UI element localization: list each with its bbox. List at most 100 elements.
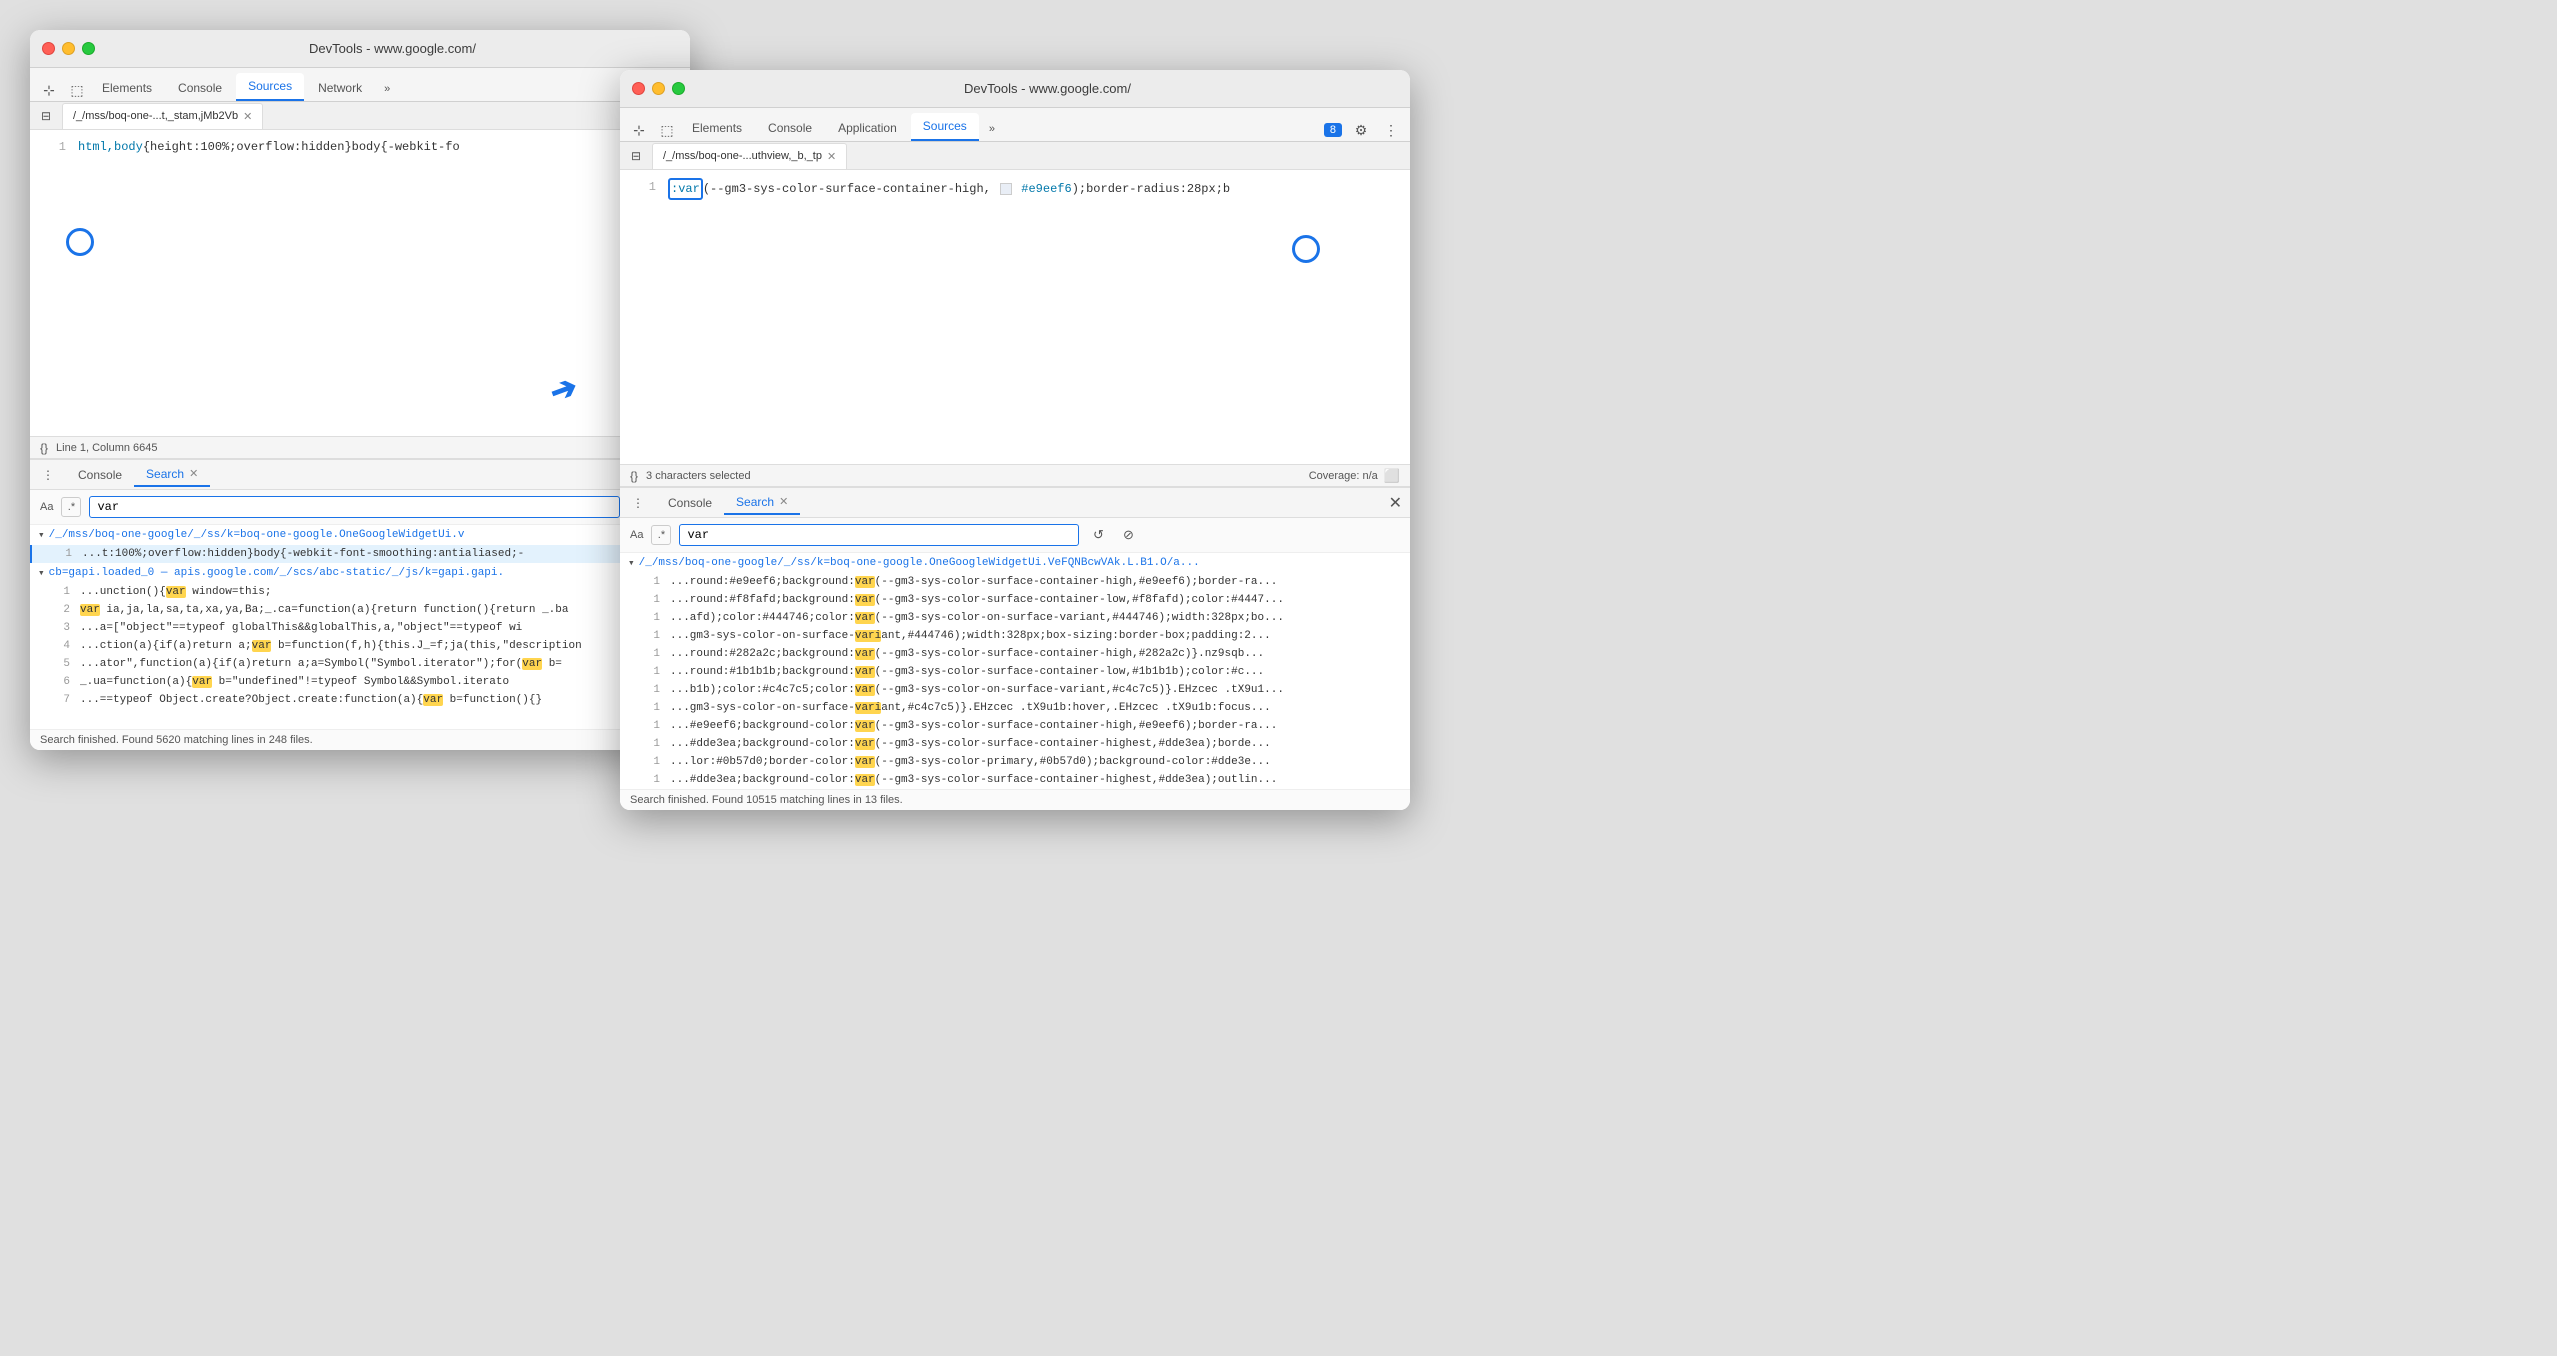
left-result-file-2-name: cb=gapi.loaded_0 — apis.google.com/_/scs…	[49, 567, 504, 579]
traffic-lights-left	[42, 42, 95, 55]
right-refresh-btn[interactable]: ↺	[1087, 524, 1109, 546]
right-search-results: ▾ /_/mss/boq-one-google/_/ss/k=boq-one-g…	[620, 553, 1410, 789]
tab-sources-right[interactable]: Sources	[911, 113, 979, 141]
left-result-row-1-1[interactable]: 1 ...t:100%;overflow:hidden}body{-webkit…	[30, 545, 690, 563]
inspect-icon[interactable]: ⊹	[38, 79, 60, 101]
tab-console-right[interactable]: Console	[756, 115, 824, 141]
minimize-button-left[interactable]	[62, 42, 75, 55]
left-search-bar: Aa .* ↺ ⊘	[30, 490, 690, 525]
left-file-tab[interactable]: /_/mss/boq-one-...t,_stam,jMb2Vb ✕	[62, 103, 263, 129]
right-coverage-icon[interactable]: ⬜	[1384, 468, 1400, 484]
tab-console-left[interactable]: Console	[166, 75, 234, 101]
right-blue-circle	[1292, 235, 1320, 263]
right-regex-label[interactable]: .*	[651, 525, 671, 545]
var-box: :var	[668, 178, 703, 200]
tab-more-right[interactable]: »	[981, 117, 1003, 141]
left-aa-label[interactable]: Aa	[40, 501, 53, 513]
left-result-file-1-name: /_/mss/boq-one-google/_/ss/k=boq-one-goo…	[49, 529, 465, 541]
left-file-tab-bar: ⊟ /_/mss/boq-one-...t,_stam,jMb2Vb ✕	[30, 102, 690, 130]
left-search-close[interactable]: ✕	[189, 467, 198, 480]
right-status-text: 3 characters selected	[646, 470, 751, 482]
left-regex-label[interactable]: .*	[61, 497, 81, 517]
right-file-tab[interactable]: /_/mss/boq-one-...uthview,_b,_tp ✕	[652, 143, 847, 169]
right-inspect-icon[interactable]: ⊹	[628, 119, 650, 141]
left-title-text: DevTools - www.google.com/	[107, 41, 678, 56]
maximize-button-right[interactable]	[672, 82, 685, 95]
right-settings-icon[interactable]: ⚙	[1350, 119, 1372, 141]
left-code-area: 1 html,body{height:100%;overflow:hidden}…	[30, 130, 690, 436]
right-search-bar: Aa .* ↺ ⊘	[620, 518, 1410, 553]
right-result-file-1-name: /_/mss/boq-one-google/_/ss/k=boq-one-goo…	[639, 557, 1200, 569]
right-search-close[interactable]: ✕	[779, 495, 788, 508]
sidebar-toggle-left[interactable]: ⊟	[36, 106, 56, 126]
maximize-button-left[interactable]	[82, 42, 95, 55]
right-result-row-10[interactable]: 1 ...#dde3ea;background-color:var(--gm3-…	[620, 735, 1410, 753]
right-result-file-1-header[interactable]: ▾ /_/mss/boq-one-google/_/ss/k=boq-one-g…	[620, 553, 1410, 573]
right-line-number-1: 1	[628, 178, 656, 196]
left-panel-more-icon[interactable]: ⋮	[38, 465, 58, 485]
right-tab-search[interactable]: Search ✕	[724, 491, 800, 515]
right-more-icon[interactable]: ⋮	[1380, 119, 1402, 141]
left-result-row-2-1[interactable]: 1 ...unction(){var window=this;	[30, 583, 690, 601]
right-devtools-window: DevTools - www.google.com/ ⊹ ⬚ Elements …	[620, 70, 1410, 810]
right-result-row-4[interactable]: 1 ...gm3-sys-color-on-surface-variant,#4…	[620, 627, 1410, 645]
right-bottom-panel: ⋮ Console Search ✕ ✕ Aa .* ↺ ⊘	[620, 486, 1410, 810]
left-result-file-1-header[interactable]: ▾ /_/mss/boq-one-google/_/ss/k=boq-one-g…	[30, 525, 690, 545]
sidebar-toggle-right[interactable]: ⊟	[626, 146, 646, 166]
right-search-input[interactable]	[679, 524, 1079, 546]
left-result-row-2-3[interactable]: 3 ...a=["object"==typeof globalThis&&glo…	[30, 619, 690, 637]
tab-more-left[interactable]: »	[376, 77, 398, 101]
right-result-row-6[interactable]: 1 ...round:#1b1b1b;background:var(--gm3-…	[620, 663, 1410, 681]
left-tab-console[interactable]: Console	[66, 464, 134, 486]
right-title-text: DevTools - www.google.com/	[697, 81, 1398, 96]
badge-count: 8	[1324, 123, 1342, 137]
minimize-button-right[interactable]	[652, 82, 665, 95]
tab-network-left[interactable]: Network	[306, 75, 374, 101]
right-result-row-8[interactable]: 1 ...gm3-sys-color-on-surface-variant,#c…	[620, 699, 1410, 717]
left-result-file-2-header[interactable]: ▾ cb=gapi.loaded_0 — apis.google.com/_/s…	[30, 563, 690, 583]
close-button-right[interactable]	[632, 82, 645, 95]
left-status-text: Line 1, Column 6645	[56, 442, 158, 454]
left-result-row-2-7[interactable]: 7 ...==typeof Object.create?Object.creat…	[30, 691, 690, 709]
right-result-row-3[interactable]: 1 ...afd);color:#444746;color:var(--gm3-…	[620, 609, 1410, 627]
left-search-status: Search finished. Found 5620 matching lin…	[30, 729, 690, 750]
right-result-row-5[interactable]: 1 ...round:#282a2c;background:var(--gm3-…	[620, 645, 1410, 663]
tab-application-right[interactable]: Application	[826, 115, 909, 141]
device-icon[interactable]: ⬚	[66, 79, 88, 101]
right-result-row-9[interactable]: 1 ...#e9eef6;background-color:var(--gm3-…	[620, 717, 1410, 735]
right-result-row-1[interactable]: 1 ...round:#e9eef6;background:var(--gm3-…	[620, 573, 1410, 591]
tab-sources-left[interactable]: Sources	[236, 73, 304, 101]
right-aa-label[interactable]: Aa	[630, 529, 643, 541]
left-status-bar: {} Line 1, Column 6645	[30, 436, 690, 458]
left-result-row-2-5[interactable]: 5 ...ator",function(a){if(a)return a;a=S…	[30, 655, 690, 673]
right-panel-more-icon[interactable]: ⋮	[628, 493, 648, 513]
right-result-row-7[interactable]: 1 ...b1b);color:#c4c7c5;color:var(--gm3-…	[620, 681, 1410, 699]
close-button-left[interactable]	[42, 42, 55, 55]
left-result-row-2-4[interactable]: 4 ...ction(a){if(a)return a;var b=functi…	[30, 637, 690, 655]
left-file-tab-name: /_/mss/boq-one-...t,_stam,jMb2Vb	[73, 110, 238, 122]
right-panel-close-btn[interactable]: ✕	[1389, 493, 1402, 513]
right-clear-btn[interactable]: ⊘	[1117, 524, 1139, 546]
right-coverage-text: Coverage: n/a	[1309, 470, 1378, 482]
traffic-lights-right	[632, 82, 685, 95]
right-search-status: Search finished. Found 10515 matching li…	[620, 789, 1410, 810]
tab-elements-right[interactable]: Elements	[680, 115, 754, 141]
left-result-row-2-6[interactable]: 6 _.ua=function(a){var b="undefined"!=ty…	[30, 673, 690, 691]
left-file-tab-close[interactable]: ✕	[243, 110, 252, 123]
right-result-row-12[interactable]: 1 ...#dde3ea;background-color:var(--gm3-…	[620, 771, 1410, 789]
right-code-text-1: :var(--gm3-sys-color-surface-container-h…	[668, 178, 1230, 200]
tab-elements-left[interactable]: Elements	[90, 75, 164, 101]
right-result-row-11[interactable]: 1 ...lor:#0b57d0;border-color:var(--gm3-…	[620, 753, 1410, 771]
left-tab-search[interactable]: Search ✕	[134, 463, 210, 487]
line-number-1: 1	[38, 138, 66, 156]
right-code-area: 1 :var(--gm3-sys-color-surface-container…	[620, 170, 1410, 464]
left-search-input[interactable]	[89, 496, 620, 518]
left-result-row-2-2[interactable]: 2 var ia,ja,la,sa,ta,xa,ya,Ba;_.ca=funct…	[30, 601, 690, 619]
right-result-row-2[interactable]: 1 ...round:#f8fafd;background:var(--gm3-…	[620, 591, 1410, 609]
left-tab-bar: ⊹ ⬚ Elements Console Sources Network »	[30, 68, 690, 102]
right-tab-bar: ⊹ ⬚ Elements Console Application Sources…	[620, 108, 1410, 142]
right-device-icon[interactable]: ⬚	[656, 119, 678, 141]
right-tab-console[interactable]: Console	[656, 492, 724, 514]
right-file-tab-close[interactable]: ✕	[827, 150, 836, 163]
right-status-bar: {} 3 characters selected Coverage: n/a ⬜	[620, 464, 1410, 486]
